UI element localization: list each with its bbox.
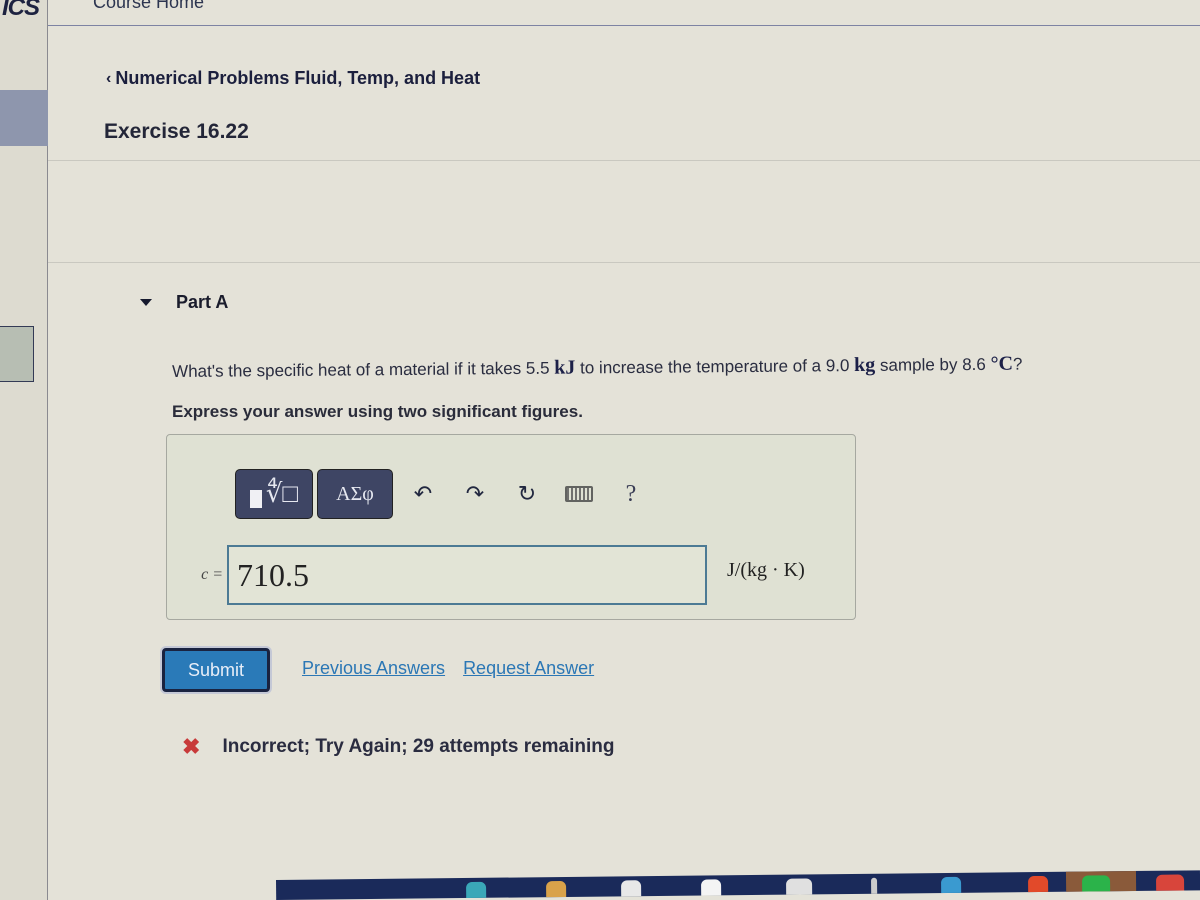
store-icon[interactable] [621, 880, 642, 897]
pen-icon[interactable] [871, 877, 878, 894]
undo-icon[interactable]: ↶ [397, 469, 449, 519]
sidebar-item-active[interactable] [0, 90, 48, 146]
people-icon[interactable] [786, 878, 813, 895]
breadcrumb[interactable]: ‹ Numerical Problems Fluid, Temp, and He… [106, 68, 480, 89]
part-label: Part A [176, 292, 229, 312]
question-segment: to increase the temperature of a 9.0 [575, 356, 855, 378]
divider [48, 262, 1200, 263]
templates-icon [249, 490, 262, 508]
keyboard-button[interactable] [553, 469, 605, 519]
variable-label: c = [201, 566, 223, 583]
feedback-text: Incorrect; Try Again; 29 attempts remain… [222, 736, 615, 757]
divider [48, 160, 1200, 161]
sidebar-item[interactable] [0, 326, 34, 382]
greek-symbols-button[interactable]: ΑΣφ [317, 469, 393, 519]
actions-row: Submit Previous Answers Request Answer [162, 648, 594, 692]
unit-celsius: °C [990, 352, 1014, 375]
answer-input[interactable] [227, 545, 707, 605]
brand-logo: ICS [2, 0, 40, 21]
templates-button[interactable]: ∜□ [235, 469, 313, 519]
question-segment: sample by 8.6 [875, 354, 991, 375]
taskbar [276, 870, 1200, 900]
redo-icon[interactable]: ↷ [449, 469, 501, 519]
question-mark: ? [1012, 354, 1023, 374]
math-toolbar: ∜□ ΑΣφ ↶ ↷ ↻ ? [235, 469, 657, 519]
office-icon[interactable] [1028, 875, 1049, 893]
top-nav: Course Home [48, 0, 1200, 26]
course-home-link[interactable]: Course Home [93, 0, 204, 13]
reset-icon[interactable]: ↻ [501, 469, 553, 519]
previous-answers-link[interactable]: Previous Answers [302, 658, 445, 679]
unit-kj: kJ [554, 356, 576, 379]
keyboard-icon [565, 486, 593, 502]
units-label: J/(kg · K) [727, 558, 805, 581]
answer-box: ∜□ ΑΣφ ↶ ↷ ↻ ? c = J/(kg · K) [166, 434, 856, 620]
incorrect-x-icon: ✖ [182, 734, 201, 759]
sidebar: ICS [0, 0, 48, 900]
question-text: What's the specific heat of a material i… [172, 353, 1023, 383]
file-explorer-icon[interactable] [546, 880, 567, 898]
help-icon[interactable]: ? [605, 469, 657, 519]
caret-down-icon[interactable] [140, 299, 152, 306]
request-answer-link[interactable]: Request Answer [463, 658, 594, 679]
answer-links: Previous Answers Request Answer [302, 658, 594, 679]
word-icon[interactable] [701, 879, 722, 896]
part-a-header[interactable]: Part A [140, 292, 228, 313]
feedback-message: ✖ Incorrect; Try Again; 29 attempts rema… [182, 734, 615, 760]
submit-button[interactable]: Submit [162, 648, 270, 692]
breadcrumb-label[interactable]: Numerical Problems Fluid, Temp, and Heat [115, 68, 480, 89]
edge-icon[interactable] [466, 881, 487, 899]
chevron-left-icon: ‹ [106, 69, 112, 87]
root-icon: ∜□ [265, 479, 299, 508]
page-title: Exercise 16.22 [104, 120, 249, 143]
unit-kg: kg [854, 353, 876, 377]
instruction-text: Express your answer using two significan… [172, 402, 583, 421]
question-segment: What's the specific heat of a material i… [172, 358, 555, 381]
chrome-icon[interactable] [1155, 874, 1185, 891]
spotify-icon[interactable] [1081, 875, 1111, 892]
answer-row: c = J/(kg · K) [181, 545, 805, 605]
app-icon[interactable] [941, 876, 962, 894]
